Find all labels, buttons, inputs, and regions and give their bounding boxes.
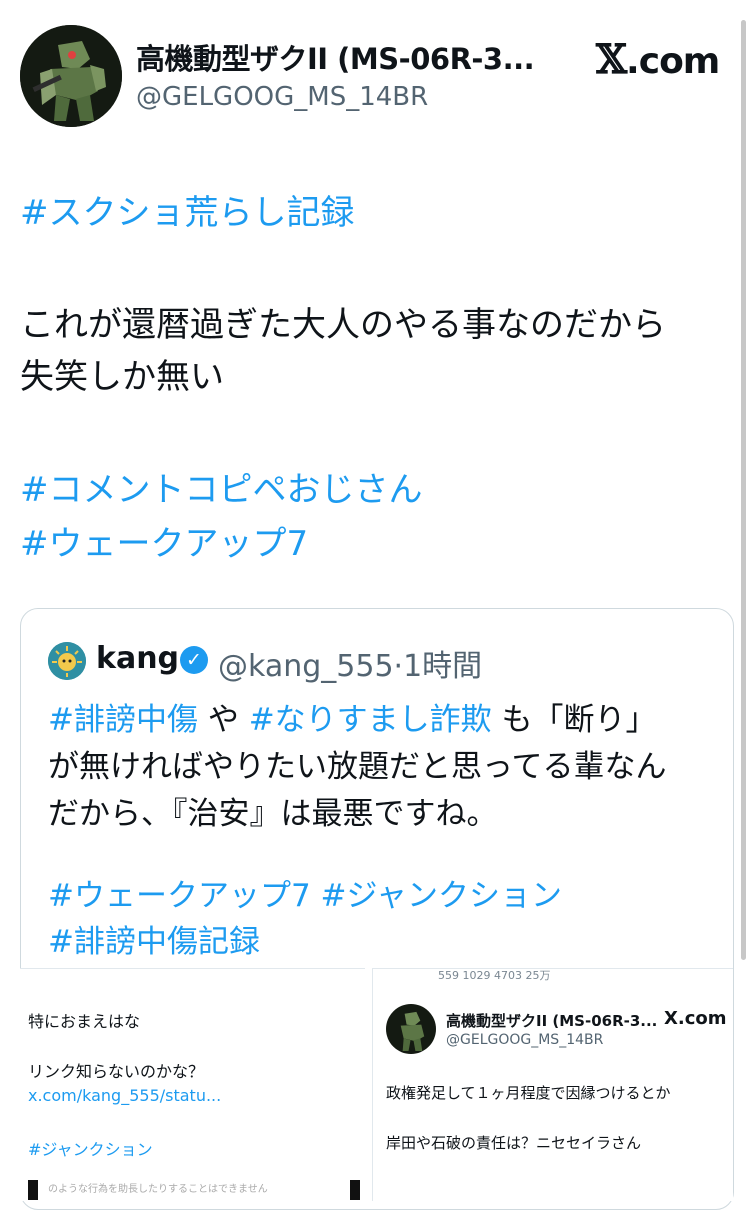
hashtag-comment-copy[interactable]: #コメントコピペおじさん (20, 462, 423, 511)
shot-left-hashtag[interactable]: #ジャンクション (28, 1136, 153, 1160)
embedded-screenshot-left[interactable] (20, 968, 365, 1201)
quote-text-a: や (197, 702, 249, 738)
redaction-bar (28, 1180, 38, 1200)
shot-left-line2: リンク知らないのかな？ (28, 1062, 205, 1081)
mobile-suit-avatar-icon (20, 25, 122, 127)
display-name[interactable]: 高機動型ザクII (MS-06R-3... (136, 36, 535, 78)
shot-left-link[interactable]: x.com/kang_555/statu... (28, 1086, 221, 1105)
shot-right-site: X.com (664, 1008, 727, 1029)
x-icon: 𝕏 (596, 36, 627, 83)
quote-text-line1: #誹謗中傷 や #なりすまし詐欺 も「断り」 (48, 694, 657, 739)
quote-avatar[interactable] (48, 642, 86, 680)
avatar[interactable] (20, 25, 122, 127)
shot-right-line2: 岸田や石破の責任は？ニセセイラさん (386, 1134, 642, 1152)
avatar[interactable] (386, 1004, 436, 1054)
verified-badge-icon: ✓ (180, 646, 208, 674)
hashtag-defamation[interactable]: #誹謗中傷 (48, 702, 198, 738)
quote-display-name[interactable]: kang (96, 641, 179, 676)
hashtag-wakeup7[interactable]: #ウェークアップ7 (20, 516, 308, 565)
scrollbar[interactable] (741, 20, 746, 960)
tweet-text-line2: 失笑しか無い (20, 357, 224, 397)
shot-left-cut-text: のような行為を助長したりすることはできません (48, 1184, 268, 1195)
quote-text-line2: が無ければやりたい放題だと思ってる輩なん (48, 749, 667, 785)
hashtag-defamation-record[interactable]: #誹謗中傷記録 (48, 916, 260, 961)
shot-right-line1: 政権発足して１ヶ月程度で因縁つけるとか (386, 1084, 671, 1102)
site-suffix: .com (626, 41, 720, 82)
quote-text-b: も「断り」 (491, 702, 657, 738)
quote-hashtags[interactable]: #ウェークアップ7 #ジャンクション (48, 870, 562, 915)
user-handle[interactable]: @GELGOOG_MS_14BR (136, 82, 428, 112)
engagement-stats: 559 1029 4703 25万 (438, 969, 551, 982)
shot-left-line1: 特におまえはな (28, 1012, 141, 1031)
sun-avatar-icon (48, 642, 86, 680)
x-logo[interactable]: 𝕏.com (596, 36, 720, 83)
shot-right-name[interactable]: 高機動型ザクII (MS-06R-3... (446, 1010, 657, 1031)
redaction-bar (350, 1180, 360, 1200)
quote-text-line3: だから、『治安』は最悪ですね。 (48, 796, 498, 832)
quote-handle-time[interactable]: @kang_555·1時間 (218, 641, 482, 685)
mobile-suit-avatar-icon (386, 1004, 436, 1054)
shot-right-handle[interactable]: @GELGOOG_MS_14BR (446, 1032, 603, 1048)
tweet-text-line1: これが還暦過ぎた大人のやる事なのだから (20, 305, 666, 345)
hashtag-impersonation[interactable]: #なりすまし詐欺 (249, 702, 492, 738)
hashtag-screenshot-record[interactable]: #スクショ荒らし記録 (20, 185, 355, 234)
